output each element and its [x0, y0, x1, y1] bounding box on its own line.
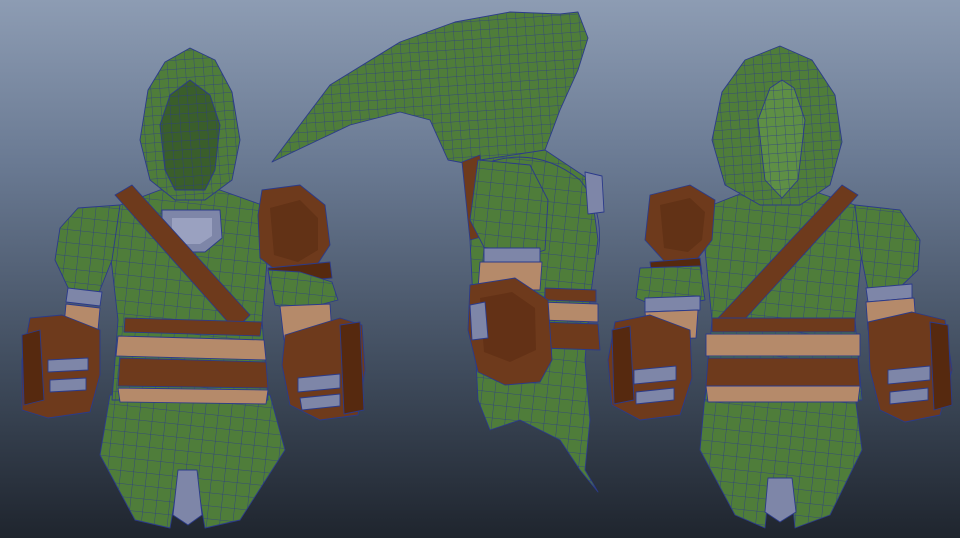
character-model-back-icon[interactable]	[607, 45, 953, 529]
model-scene	[21, 11, 953, 529]
viewport-3d[interactable]	[0, 0, 960, 538]
